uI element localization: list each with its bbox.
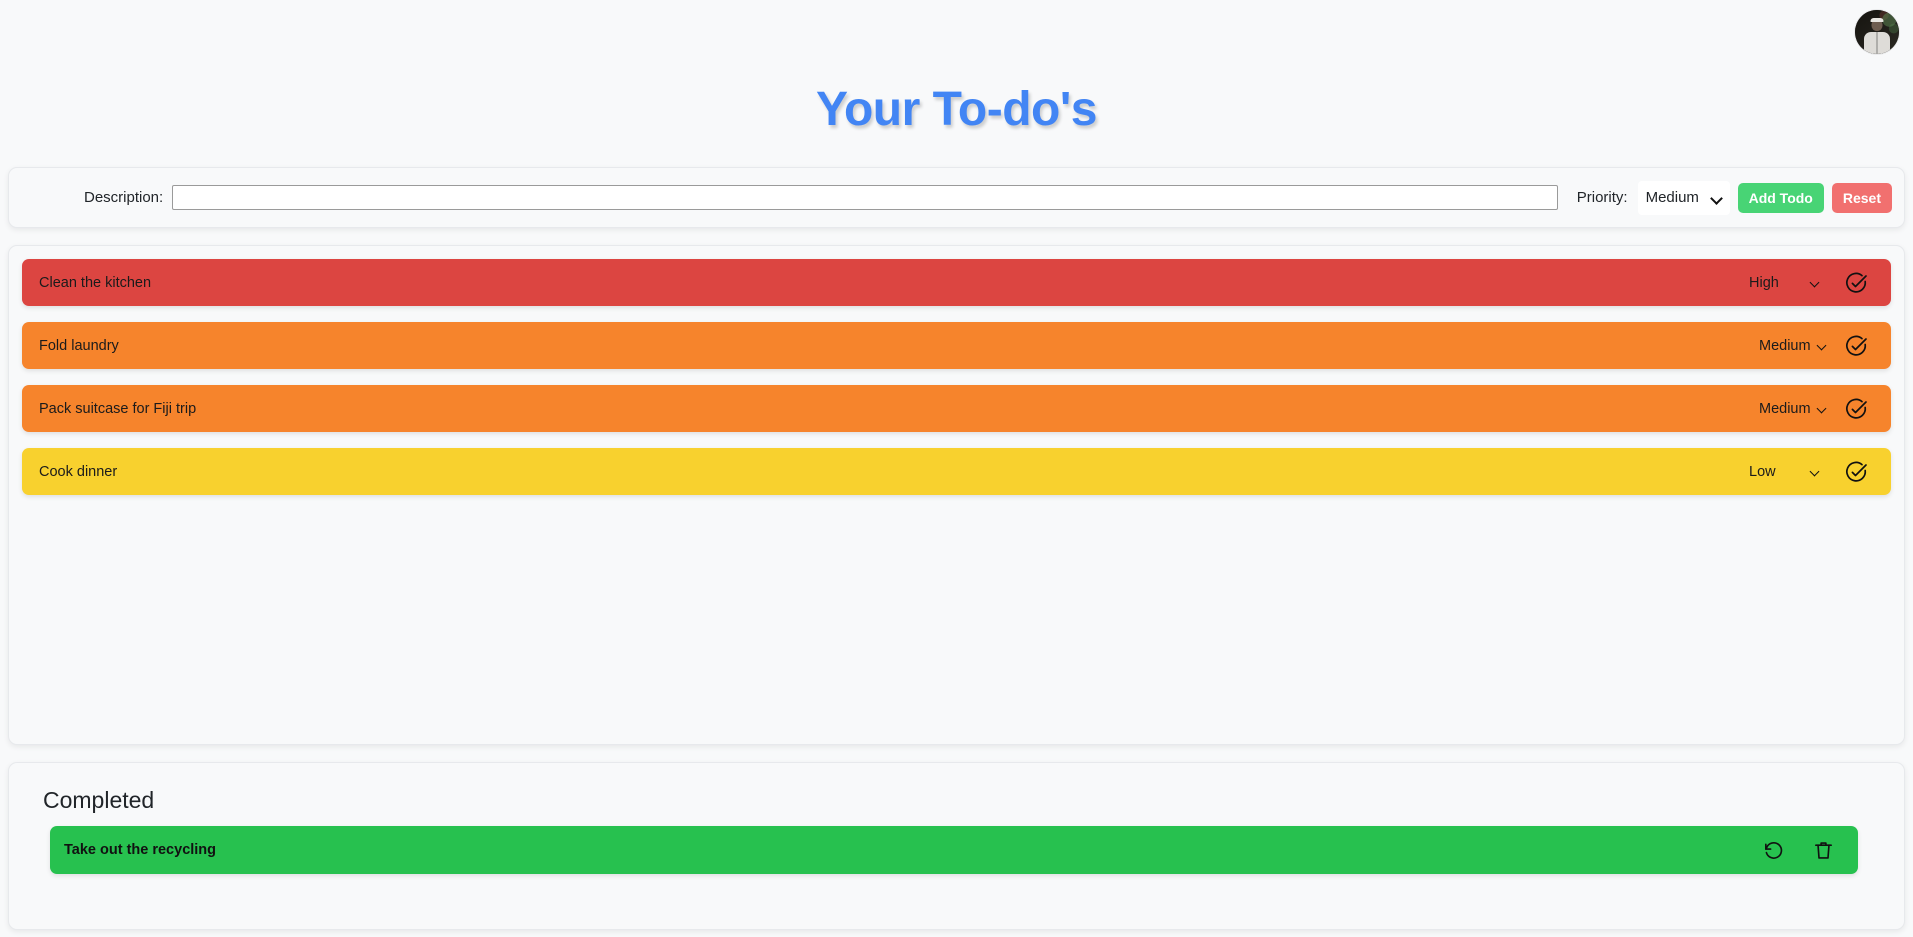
add-todo-button[interactable]: Add Todo xyxy=(1737,182,1824,213)
todo-priority-select[interactable]: Medium xyxy=(1759,401,1821,417)
page-title: Your To-do's xyxy=(816,83,1097,136)
delete-todo-button[interactable] xyxy=(1810,837,1836,863)
avatar-container[interactable] xyxy=(1855,10,1899,54)
todo-priority-value: Low xyxy=(1749,463,1776,480)
todo-priority-value: High xyxy=(1749,274,1779,291)
undo-icon xyxy=(1764,841,1782,859)
check-circle-icon xyxy=(1846,335,1867,356)
complete-todo-button[interactable] xyxy=(1843,270,1869,296)
chevron-down-icon xyxy=(1811,278,1821,288)
add-todo-form: Description: Priority: Medium Add Todo R… xyxy=(9,180,1904,215)
todo-text: Clean the kitchen xyxy=(39,274,152,291)
todo-text: Cook dinner xyxy=(39,463,118,480)
check-circle-icon xyxy=(1846,398,1867,419)
todo-priority-value: Medium xyxy=(1759,400,1811,417)
priority-label: Priority: xyxy=(1576,189,1628,206)
description-label: Description: xyxy=(84,189,164,206)
complete-todo-button[interactable] xyxy=(1843,459,1869,485)
app-root: Your To-do's Description: Priority: Medi… xyxy=(0,0,1913,937)
chevron-down-icon xyxy=(1811,467,1821,477)
todo-priority-select[interactable]: Low xyxy=(1749,464,1821,480)
priority-select-value: Medium xyxy=(1645,189,1699,206)
add-todo-form-card: Description: Priority: Medium Add Todo R… xyxy=(8,167,1905,228)
todo-text: Pack suitcase for Fiji trip xyxy=(39,400,197,417)
todo-list-card: Clean the kitchen High Fold laundry Medi… xyxy=(8,245,1905,745)
todo-priority-value: Medium xyxy=(1759,337,1811,354)
avatar-cap xyxy=(1870,17,1884,22)
completed-heading: Completed xyxy=(43,787,155,813)
todo-priority-select[interactable]: High xyxy=(1749,275,1821,291)
completed-card: Completed Take out the recycling xyxy=(8,762,1905,930)
reset-button[interactable]: Reset xyxy=(1831,182,1892,213)
table-row: Fold laundry Medium xyxy=(22,322,1891,369)
avatar[interactable] xyxy=(1855,10,1899,54)
complete-todo-button[interactable] xyxy=(1843,396,1869,422)
chevron-down-icon xyxy=(1712,193,1722,203)
check-circle-icon xyxy=(1846,272,1867,293)
priority-select[interactable]: Medium xyxy=(1637,180,1730,215)
chevron-down-icon xyxy=(1818,404,1828,414)
description-input[interactable] xyxy=(172,185,1558,210)
table-row: Clean the kitchen High xyxy=(22,259,1891,306)
completed-todo-text: Take out the recycling xyxy=(64,842,217,858)
todo-priority-select[interactable]: Medium xyxy=(1759,338,1821,354)
chevron-down-icon xyxy=(1818,341,1828,351)
trash-icon xyxy=(1814,841,1832,859)
todo-text: Fold laundry xyxy=(39,337,119,354)
restore-todo-button[interactable] xyxy=(1760,837,1786,863)
table-row: Pack suitcase for Fiji trip Medium xyxy=(22,385,1891,432)
completed-actions xyxy=(1760,837,1836,863)
avatar-body xyxy=(1864,32,1890,54)
complete-todo-button[interactable] xyxy=(1843,333,1869,359)
list-item: Take out the recycling xyxy=(50,826,1858,874)
table-row: Cook dinner Low xyxy=(22,448,1891,495)
check-circle-icon xyxy=(1846,461,1867,482)
